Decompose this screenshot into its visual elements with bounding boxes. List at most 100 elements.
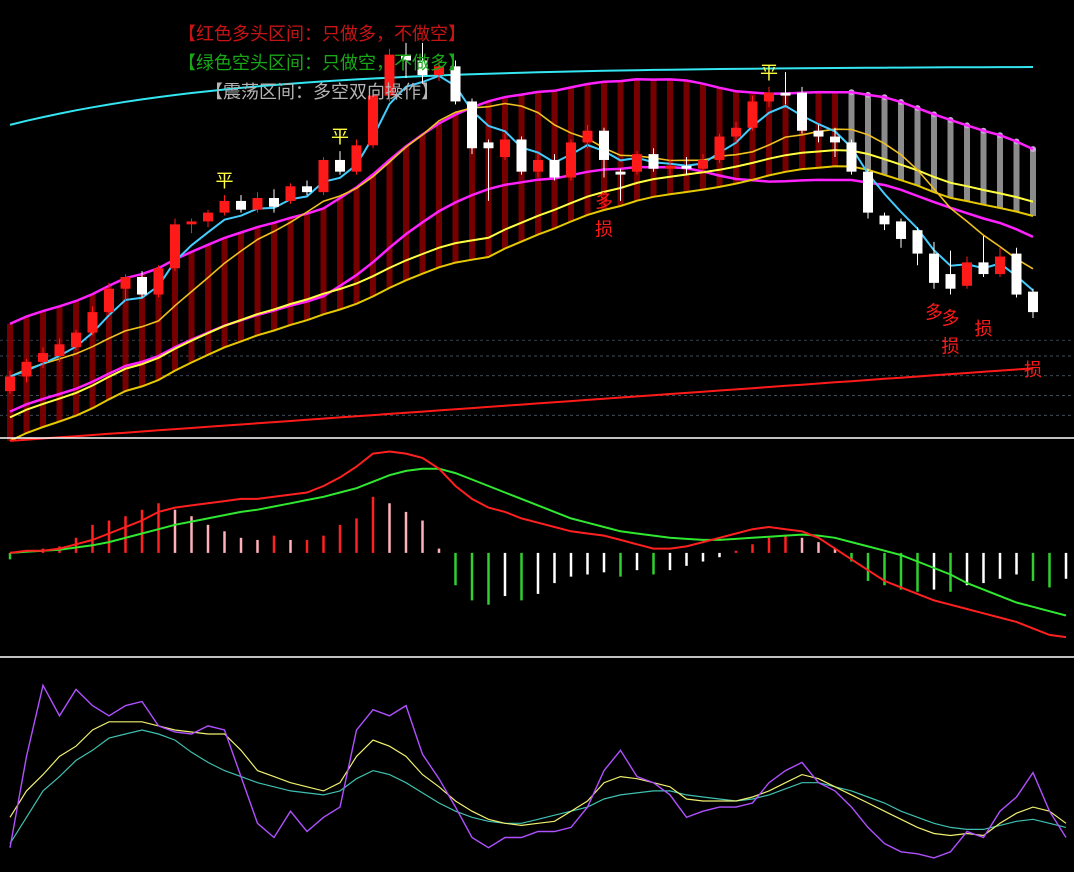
candle-body [846, 142, 857, 172]
candle-body [170, 224, 180, 269]
trend-band-bar [964, 125, 970, 202]
trend-band-bar [337, 198, 343, 310]
trend-band-bar [881, 97, 888, 175]
legend: 【红色多头区间：只做多，不做空】 【绿色空头区间：只做空，不做多】 【震荡区间：… [178, 24, 466, 103]
macd-panel [8, 450, 1068, 639]
trend-band-bar [254, 227, 261, 336]
candle-body [120, 277, 131, 289]
candle-body [747, 101, 758, 128]
kdj-k-line [9, 683, 1067, 859]
candle-body [632, 154, 642, 172]
signal-mark: 多 [942, 309, 960, 330]
candle-body [929, 253, 939, 283]
trend-band-bar [931, 114, 937, 193]
signal-mark: 损 [595, 220, 613, 241]
trend-band-bar [865, 94, 871, 170]
candle-body [912, 230, 923, 254]
candle-body [615, 171, 626, 175]
signal-mark: 平 [216, 171, 234, 192]
trend-band-bar [1013, 141, 1020, 212]
trend-band-bar [287, 217, 294, 325]
candle-body [698, 159, 708, 169]
candle-body [681, 165, 692, 169]
candle-body [863, 171, 873, 213]
candle-body [302, 186, 312, 193]
candle-body [665, 165, 675, 169]
trend-band-bar [914, 108, 921, 186]
candle-body [483, 142, 494, 149]
candle-body [21, 361, 32, 377]
candle-body [764, 92, 774, 102]
candle-body [236, 200, 246, 210]
signal-mark: 损 [975, 319, 993, 340]
candle-body [1028, 291, 1038, 313]
stock-chart-canvas: 平平平多多多损损损损 【红色多头区间：只做多，不做空】 【绿色空头区间：只做空，… [0, 24, 1074, 859]
trend-band-bar [700, 83, 706, 190]
candle-body [87, 312, 98, 333]
candle-body [582, 130, 593, 143]
trend-band-bar [221, 237, 228, 348]
dif-line [9, 450, 1067, 639]
legend-line-bull: 【红色多头区间：只做多，不做空】 [178, 24, 466, 45]
candle-body [797, 92, 807, 131]
candle-body [335, 159, 345, 172]
candle-body [467, 101, 477, 149]
trend-band-bar [304, 213, 310, 321]
candle-body [351, 145, 362, 172]
signal-mark: 多 [925, 303, 943, 324]
trend-band-bar [898, 102, 904, 181]
candle-body [203, 212, 213, 222]
candle-body [896, 221, 906, 239]
candle-body [813, 130, 824, 137]
trend-band-bar [980, 130, 987, 205]
trend-band-bar [502, 97, 508, 249]
candle-body [648, 154, 659, 169]
candle-body [533, 159, 543, 172]
candle-body [137, 277, 147, 295]
candle-body [252, 198, 263, 210]
trend-band-bar [947, 120, 954, 198]
candle-body [879, 215, 890, 225]
candle-body [962, 262, 972, 286]
candle-body [945, 274, 956, 289]
trend-band-bar [320, 208, 327, 315]
trend-band-bar [452, 114, 459, 263]
legend-line-range: 【震荡区间：多空双向操作】 [205, 82, 439, 103]
signal-mark: 平 [760, 63, 778, 84]
candle-body [978, 262, 989, 275]
candle-body [566, 142, 576, 178]
candle-body [104, 288, 114, 313]
trend-band-bar [56, 306, 63, 422]
candle-body [368, 95, 378, 146]
candle-body [318, 159, 329, 193]
candle-body [599, 130, 609, 160]
candle-body [219, 200, 230, 213]
trend-band-bar [436, 123, 442, 268]
candle-body [153, 268, 164, 295]
kdj-panel [9, 683, 1067, 859]
candle-body [54, 344, 65, 356]
legend-line-bear: 【绿色空头区间：只做空，不做多】 [178, 53, 466, 74]
trend-band-bar [271, 222, 277, 331]
candle-body [731, 127, 741, 137]
kdj-d-line [9, 721, 1067, 837]
signal-mark: 损 [942, 337, 960, 358]
trend-band-bar [205, 244, 211, 355]
candle-body [38, 353, 48, 362]
trend-band-bar [172, 259, 178, 371]
candle-body [500, 139, 510, 158]
candle-body [285, 186, 296, 201]
candle-body [995, 256, 1005, 275]
signal-mark: 平 [331, 127, 349, 148]
trend-band-bar [188, 251, 195, 363]
candle-body [5, 376, 15, 392]
candle-body [830, 136, 840, 143]
signal-mark: 损 [1024, 360, 1042, 381]
trend-band-bar [1030, 149, 1036, 217]
signal-mark: 多 [595, 192, 613, 213]
trend-band-bar [40, 311, 46, 428]
trend-band-bar [73, 300, 79, 416]
trend-band-bar [353, 187, 360, 304]
red-support-line [9, 367, 1034, 442]
candle-body [186, 221, 197, 225]
